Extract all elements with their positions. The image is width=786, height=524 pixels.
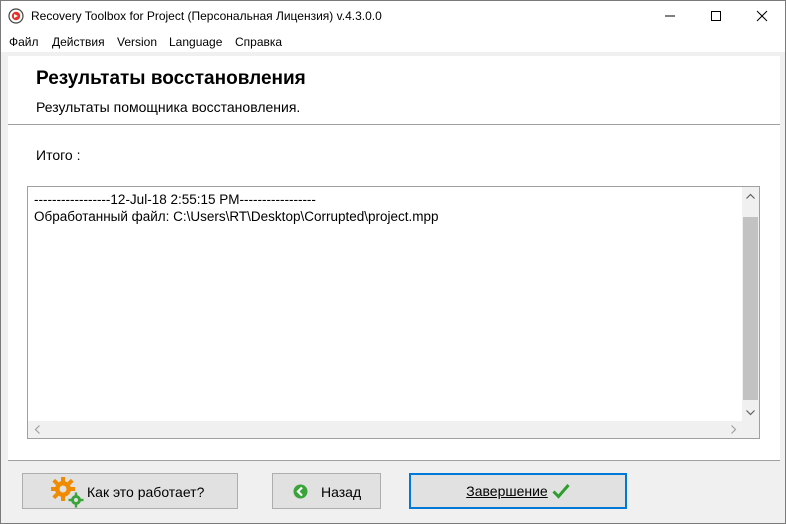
scroll-left-arrow-icon[interactable] (28, 421, 45, 438)
menu-file[interactable]: Файл (9, 35, 39, 49)
how-it-works-button[interactable]: Как это работает? (22, 473, 238, 509)
how-it-works-label: Как это работает? (87, 484, 205, 500)
scroll-up-arrow-icon[interactable] (742, 187, 759, 204)
minimize-button[interactable] (647, 1, 693, 31)
horizontal-scrollbar[interactable] (28, 421, 742, 438)
page-title: Результаты восстановления (36, 68, 306, 89)
header-panel: Результаты восстановления Результаты пом… (8, 56, 780, 125)
scroll-corner (742, 421, 759, 438)
menu-help[interactable]: Справка (235, 35, 282, 49)
log-line-1: -----------------12-Jul-18 2:55:15 PM---… (34, 192, 316, 207)
summary-label: Итого : (36, 147, 81, 163)
scroll-thumb[interactable] (743, 217, 758, 400)
app-logo-icon (8, 8, 24, 24)
back-arrow-icon (293, 484, 308, 502)
finish-label: Завершение (466, 483, 548, 499)
scroll-down-arrow-icon[interactable] (742, 404, 759, 421)
title-bar[interactable]: Recovery Toolbox for Project (Персональн… (1, 1, 785, 31)
menu-actions[interactable]: Действия (52, 35, 105, 49)
menu-version[interactable]: Version (117, 35, 157, 49)
back-button[interactable]: Назад (272, 473, 381, 509)
gears-icon (50, 476, 84, 511)
finish-button[interactable]: Завершение (409, 473, 627, 509)
scroll-right-arrow-icon[interactable] (725, 421, 742, 438)
back-label: Назад (321, 484, 362, 500)
page-subtitle: Результаты помощника восстановления. (36, 99, 301, 115)
vertical-scrollbar[interactable] (742, 187, 759, 421)
results-log[interactable]: -----------------12-Jul-18 2:55:15 PM---… (27, 186, 760, 439)
maximize-button[interactable] (693, 1, 739, 31)
app-window: Recovery Toolbox for Project (Персональн… (0, 0, 786, 524)
log-line-2: Обработанный файл: C:\Users\RT\Desktop\C… (34, 209, 439, 224)
close-button[interactable] (739, 1, 785, 31)
window-title: Recovery Toolbox for Project (Персональн… (31, 9, 382, 23)
content-panel: Итого : -----------------12-Jul-18 2:55:… (8, 125, 780, 461)
menu-language[interactable]: Language (169, 35, 222, 49)
checkmark-icon (552, 483, 570, 499)
menu-bar: Файл Действия Version Language Справка (1, 31, 785, 52)
